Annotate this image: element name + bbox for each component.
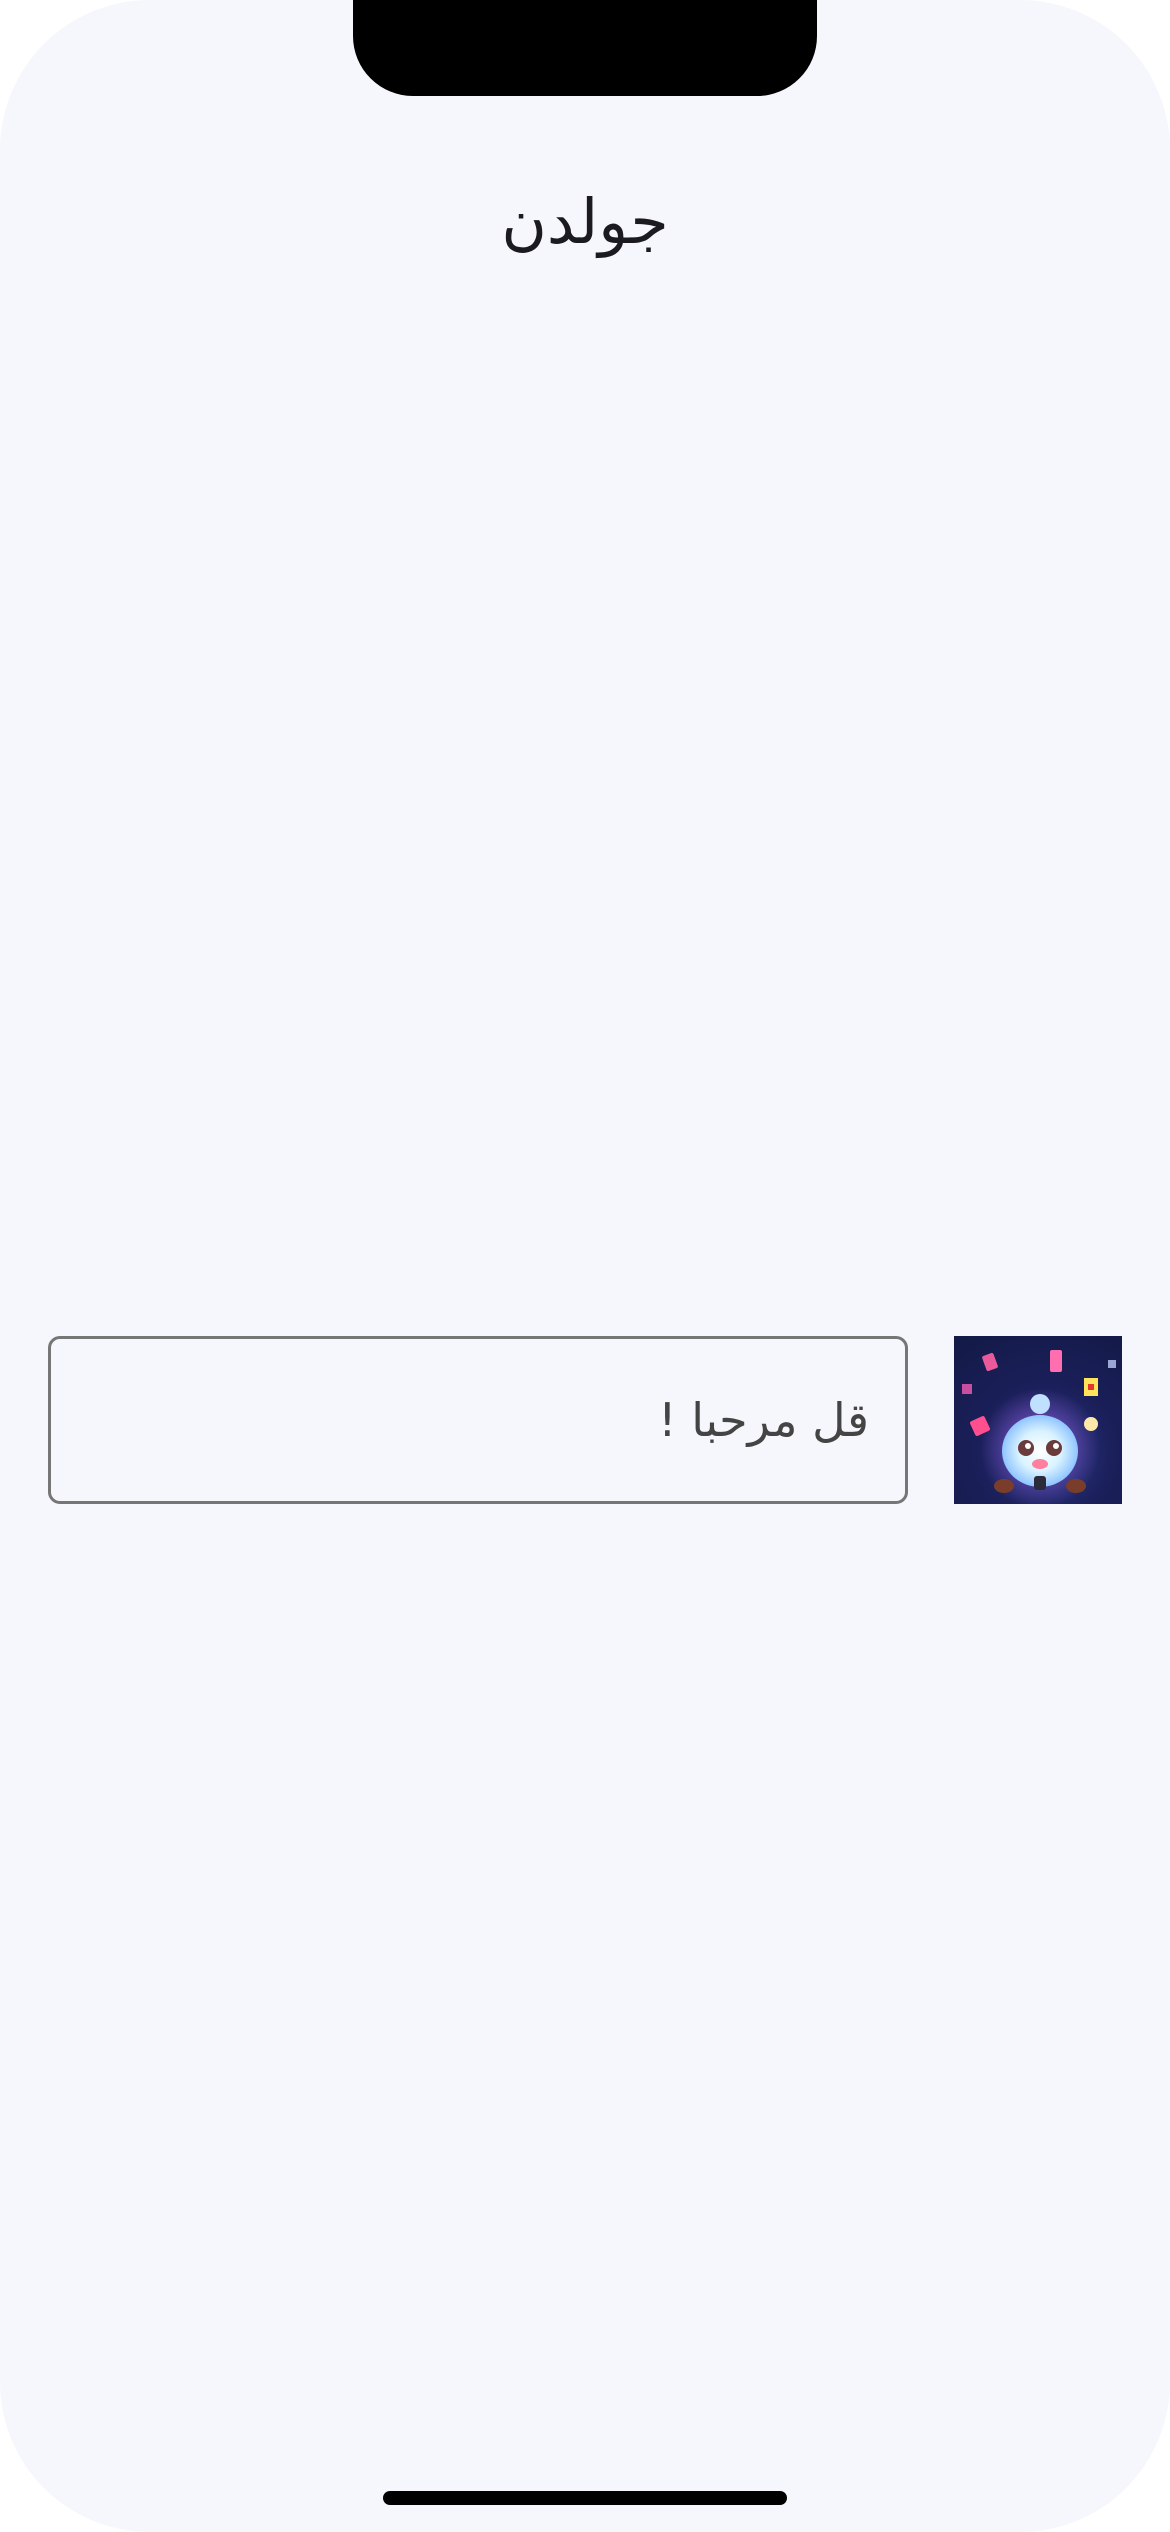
message-composer — [48, 1336, 1122, 1504]
page-title: جولدن — [501, 185, 669, 258]
message-input[interactable] — [48, 1336, 908, 1504]
home-indicator[interactable] — [383, 2491, 787, 2505]
device-notch — [353, 0, 817, 96]
app-screen: جولدن — [0, 0, 1170, 2532]
character-avatar-icon[interactable] — [954, 1336, 1122, 1504]
character-avatar-icon-graphic — [962, 1350, 1116, 1504]
